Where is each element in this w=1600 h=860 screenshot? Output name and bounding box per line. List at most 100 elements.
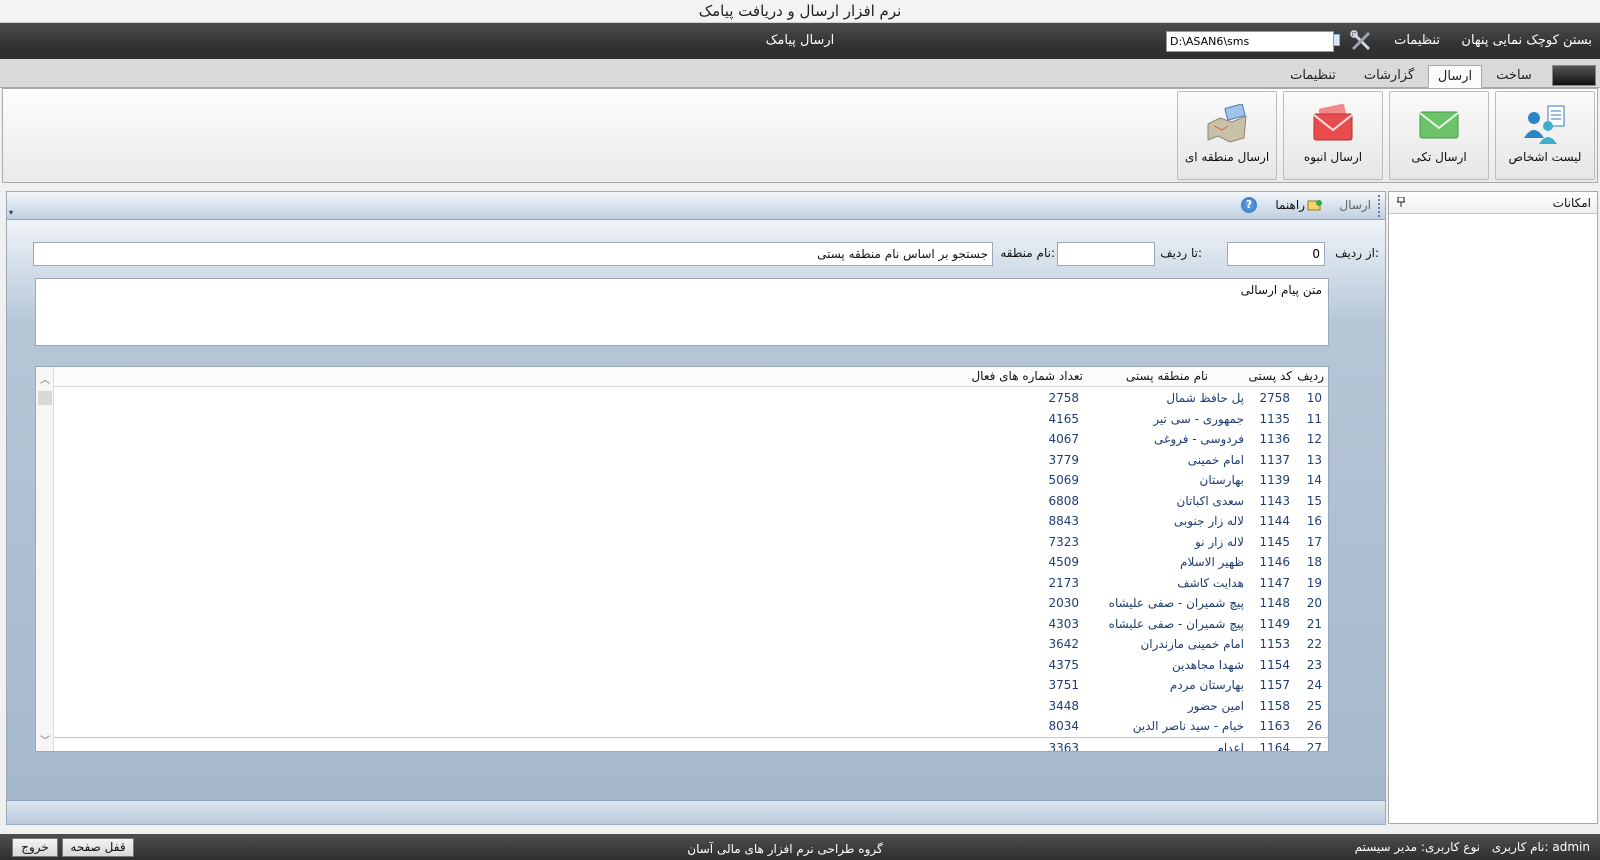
cell-region-name: ظهیر الاسلام	[1180, 555, 1244, 569]
cell-row-number: 22	[1306, 637, 1322, 651]
cell-postal-code: 1143	[1259, 493, 1290, 508]
help-icon[interactable]: ?	[1241, 197, 1257, 213]
col-row-number[interactable]: ردیف	[1297, 369, 1324, 383]
page-heading: ارسال پیامک	[765, 33, 835, 48]
to-row-input[interactable]	[1057, 242, 1155, 266]
cell-active-numbers: 4165	[1048, 411, 1079, 426]
table-row[interactable]: 10 2758 پل حافظ شمال 2758	[54, 388, 1328, 409]
table-row[interactable]: 18 1146 ظهیر الاسلام 4509	[54, 552, 1328, 573]
table-row[interactable]: 20 1148 پیچ شمیران - صفی علیشاه 2030	[54, 593, 1328, 614]
cell-region-name: امام خمینی مازندران	[1140, 637, 1244, 651]
lock-screen-button[interactable]: قفل صفحه	[62, 838, 134, 857]
cell-row-number: 13	[1306, 452, 1322, 467]
col-active-numbers[interactable]: تعداد شماره های فعال	[971, 369, 1083, 383]
people-list-button[interactable]: لیست اشخاص	[1495, 91, 1595, 180]
cell-row-number: 18	[1306, 555, 1322, 569]
table-row[interactable]: 27 1164 اعدام 3363	[54, 736, 1328, 752]
cell-active-numbers: 5069	[1048, 473, 1079, 487]
cell-region-name: شهدا مجاهدین	[1172, 657, 1244, 672]
table-scrollbar[interactable]: ︿ ﹀	[36, 367, 54, 751]
tab-reports[interactable]: گزارشات	[1350, 65, 1428, 88]
col-postal-code[interactable]: کد پستی	[1249, 369, 1293, 383]
tab-settings[interactable]: تنظیمات	[1278, 65, 1348, 88]
table-row[interactable]: 13 1137 امام خمینی 3779	[54, 450, 1328, 471]
table-row[interactable]: 25 1158 امین حضور 3448	[54, 696, 1328, 717]
settings-link[interactable]: تنظیمات	[1394, 33, 1440, 48]
username-text: نام کاربری: admin	[1491, 840, 1590, 854]
table-row[interactable]: 11 1135 جمهوری - سی تیر 4165	[54, 409, 1328, 430]
cell-postal-code: 1148	[1259, 596, 1290, 610]
from-row-input[interactable]	[1227, 242, 1325, 266]
cell-postal-code: 1157	[1259, 678, 1290, 692]
send-action[interactable]: ارسال	[1339, 198, 1371, 212]
table-row[interactable]: 21 1149 پیچ شمیران - صفی علیشاه 4303	[54, 614, 1328, 635]
cell-row-number: 10	[1306, 391, 1322, 405]
cell-postal-code: 1147	[1259, 575, 1290, 590]
cell-region-name: فردوسی - فروغی	[1154, 432, 1244, 446]
ribbon-panel: لیست اشخاص ارسال تکی ارسال انبوه ارسال م…	[2, 88, 1598, 183]
table-row[interactable]: 17 1145 لاله زار نو 7323	[54, 532, 1328, 553]
cell-row-number: 25	[1306, 698, 1322, 713]
regional-send-button[interactable]: ارسال منطقه ای	[1177, 91, 1277, 180]
tab-send[interactable]: ارسال	[1428, 65, 1482, 88]
bulk-send-button[interactable]: ارسال انبوه	[1283, 91, 1383, 180]
bulk-send-label: ارسال انبوه	[1303, 150, 1363, 164]
features-panel-title: امکانات	[1552, 196, 1591, 210]
table-row[interactable]: 16 1144 لاله زار جنوبی 8843	[54, 511, 1328, 532]
table-row[interactable]: 26 1163 خیام - سید ناصر الدین 8034	[54, 716, 1328, 737]
features-panel-header: امکانات	[1389, 192, 1597, 214]
cell-row-number: 21	[1306, 616, 1322, 631]
usertype-text: نوع کاربری: مدیر سیستم	[1354, 840, 1480, 854]
region-search-input[interactable]	[33, 242, 993, 266]
table-row[interactable]: 22 1153 امام خمینی مازندران 3642	[54, 634, 1328, 655]
toolbar-grip[interactable]	[1378, 195, 1381, 217]
table-row[interactable]: 15 1143 سعدی اکباتان 6808	[54, 491, 1328, 512]
cell-active-numbers: 3448	[1048, 698, 1079, 713]
help-action[interactable]: راهنما	[1275, 198, 1305, 212]
cell-active-numbers: 2030	[1048, 596, 1079, 610]
cell-active-numbers: 4067	[1048, 432, 1079, 446]
map-envelope-icon	[1207, 104, 1247, 143]
cell-region-name: امین حضور	[1187, 698, 1244, 713]
cell-active-numbers: 4303	[1048, 616, 1079, 631]
cell-postal-code: 1163	[1259, 719, 1290, 733]
send-panel-toolbar: ارسال راهنما ? ▾	[7, 192, 1385, 220]
cell-region-name: لاله زار نو	[1194, 534, 1244, 549]
table-row[interactable]: 24 1157 بهارستان مردم 3751	[54, 675, 1328, 696]
scroll-up-icon[interactable]: ︿	[40, 371, 50, 386]
cell-active-numbers: 2173	[1048, 575, 1079, 590]
scroll-down-icon[interactable]: ﹀	[40, 732, 50, 747]
tab-build[interactable]: ساخت	[1484, 65, 1544, 88]
cell-row-number: 15	[1306, 493, 1322, 508]
cell-row-number: 11	[1306, 411, 1322, 426]
table-row[interactable]: 23 1154 شهدا مجاهدین 4375	[54, 655, 1328, 676]
scroll-thumb[interactable]	[38, 391, 52, 405]
pin-icon[interactable]	[1397, 197, 1405, 207]
cell-row-number: 16	[1306, 514, 1322, 528]
exit-button[interactable]: خروج	[12, 838, 58, 857]
path-input[interactable]	[1166, 31, 1334, 52]
window-controls-label[interactable]: بستن کوچک نمایی پنهان	[1461, 33, 1592, 48]
cell-region-name: بهارستان مردم	[1169, 678, 1244, 692]
table-row[interactable]: 19 1147 هدایت کاشف 2173	[54, 573, 1328, 594]
col-region-name[interactable]: نام منطقه پستی	[1126, 369, 1208, 383]
table-row[interactable]: 14 1139 بهارستان 5069	[54, 470, 1328, 491]
single-send-button[interactable]: ارسال تکی	[1389, 91, 1489, 180]
cell-postal-code: 1135	[1259, 411, 1290, 426]
cell-region-name: پیچ شمیران - صفی علیشاه	[1108, 596, 1244, 610]
window-title: نرم افزار ارسال و دریافت پیامک	[0, 0, 1600, 23]
collapse-icon[interactable]: ▾	[9, 208, 17, 217]
cell-postal-code: 1144	[1259, 514, 1290, 528]
ribbon-tabs: ساخت ارسال گزارشات تنظیمات	[0, 59, 1600, 88]
send-form: از ردیف: تا ردیف: نام منطقه: متن پیام ار…	[7, 220, 1385, 800]
tools-icon[interactable]	[1350, 30, 1372, 52]
app-menu-button[interactable]	[1552, 65, 1596, 86]
cell-region-name: جمهوری - سی تیر	[1153, 411, 1244, 426]
bulk-envelope-icon	[1313, 104, 1353, 141]
cell-region-name: اعدام	[1216, 740, 1244, 752]
table-header: ردیف کد پستی نام منطقه پستی تعداد شماره …	[54, 367, 1328, 387]
message-textarea[interactable]: متن پیام ارسالی	[35, 278, 1329, 346]
table-row[interactable]: 12 1136 فردوسی - فروغی 4067	[54, 429, 1328, 450]
cell-postal-code: 2758	[1259, 391, 1290, 405]
cell-row-number: 19	[1306, 575, 1322, 590]
